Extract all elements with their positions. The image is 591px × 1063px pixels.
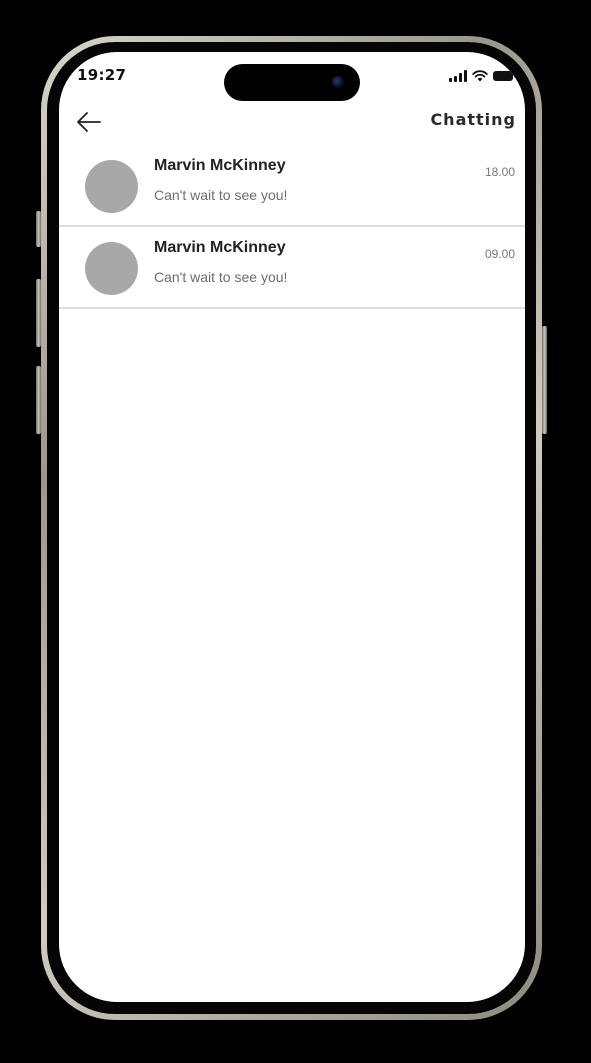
wifi-icon [472,70,488,82]
chat-preview: Can't wait to see you! [154,187,288,203]
chat-time: 18.00 [484,165,515,179]
chat-list-item[interactable]: Marvin McKinney Can't wait to see you! 0… [59,227,525,309]
arrow-left-icon[interactable] [75,110,103,134]
chat-list: Marvin McKinney Can't wait to see you! 1… [59,145,525,309]
page: 19:27 Chatting Marvin McKinney Can't wai… [0,0,591,1063]
chat-time: 09.00 [484,247,515,261]
chat-preview: Can't wait to see you! [154,269,288,285]
volume-down-button [36,366,41,434]
volume-up-button [36,279,41,347]
chat-name: Marvin McKinney [154,239,286,256]
power-button [542,326,547,434]
dynamic-island [224,64,360,101]
chat-list-item[interactable]: Marvin McKinney Can't wait to see you! 1… [59,145,525,227]
action-button [36,211,41,247]
avatar [85,242,138,295]
phone-screen: 19:27 Chatting Marvin McKinney Can't wai… [59,52,525,1002]
cellular-signal-icon [449,70,467,82]
avatar [85,160,138,213]
status-icons [449,68,516,82]
front-camera [332,76,344,88]
chat-name: Marvin McKinney [154,157,286,174]
status-time: 19:27 [77,66,127,84]
page-title: Chatting [430,110,516,129]
battery-icon [493,71,516,81]
